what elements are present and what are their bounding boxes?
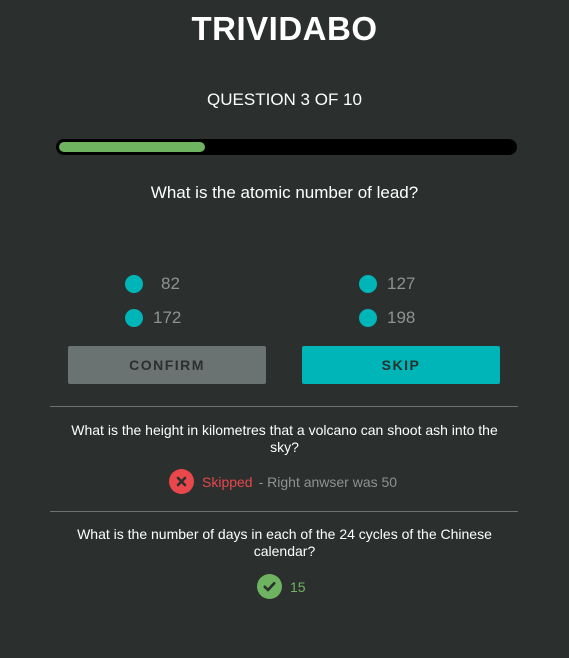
option-1[interactable]: 82 [125,274,180,294]
history-question: What is the number of days in each of th… [77,526,492,559]
history-result: 15 [257,574,306,599]
history-question: What is the height in kilometres that a … [71,422,498,455]
divider [50,406,518,407]
option-label: 172 [153,308,182,327]
right-answer-note: - Right anwser was 50 [258,473,398,490]
radio-button[interactable] [125,275,143,293]
divider [50,511,518,512]
skip-button[interactable]: SKIP [302,346,500,384]
option-label: 127 [387,274,416,293]
check-icon [257,574,282,599]
radio-button[interactable] [125,309,143,327]
progress-fill [59,142,205,152]
progress-bar [56,139,517,155]
question-counter: QUESTION 3 OF 10 [207,90,362,109]
app-title: TRIVIDABO [191,10,378,47]
radio-button[interactable] [359,275,377,293]
radio-button[interactable] [359,309,377,327]
current-question: What is the atomic number of lead? [150,183,419,202]
x-icon [169,469,194,494]
option-label: 198 [387,308,416,327]
confirm-button[interactable]: CONFIRM [68,346,266,384]
option-2[interactable]: 127 [359,274,415,294]
history-result: Skipped - Right anwser was 50 [169,469,397,494]
given-answer: 15 [290,578,306,595]
option-3[interactable]: 172 [125,308,181,328]
option-4[interactable]: 198 [359,308,415,328]
skipped-label: Skipped [202,473,253,490]
option-label: 82 [161,274,180,293]
